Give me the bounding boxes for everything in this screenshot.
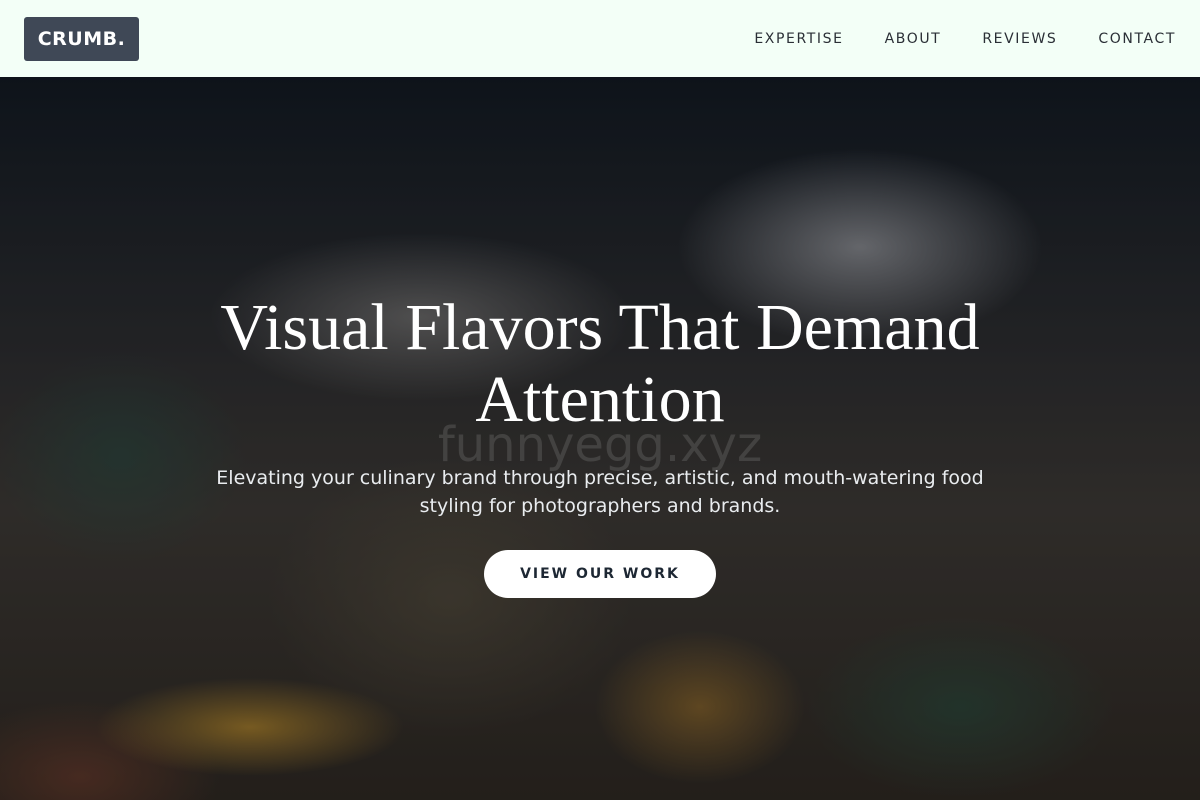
hero-section: funnyegg.xyz Visual Flavors That Demand … (0, 77, 1200, 800)
nav-contact[interactable]: CONTACT (1098, 31, 1176, 47)
site-header: CRUMB. EXPERTISE ABOUT REVIEWS CONTACT (0, 0, 1200, 77)
hero-title: Visual Flavors That Demand Attention (220, 291, 980, 436)
hero-content: Visual Flavors That Demand Attention Ele… (0, 77, 1200, 800)
nav-expertise[interactable]: EXPERTISE (754, 31, 843, 47)
nav-reviews[interactable]: REVIEWS (982, 31, 1057, 47)
nav-about[interactable]: ABOUT (885, 31, 942, 47)
logo[interactable]: CRUMB. (24, 16, 139, 61)
main-nav: EXPERTISE ABOUT REVIEWS CONTACT (754, 31, 1176, 47)
hero-subtitle: Elevating your culinary brand through pr… (216, 467, 984, 517)
view-our-work-button[interactable]: VIEW OUR WORK (484, 550, 716, 598)
